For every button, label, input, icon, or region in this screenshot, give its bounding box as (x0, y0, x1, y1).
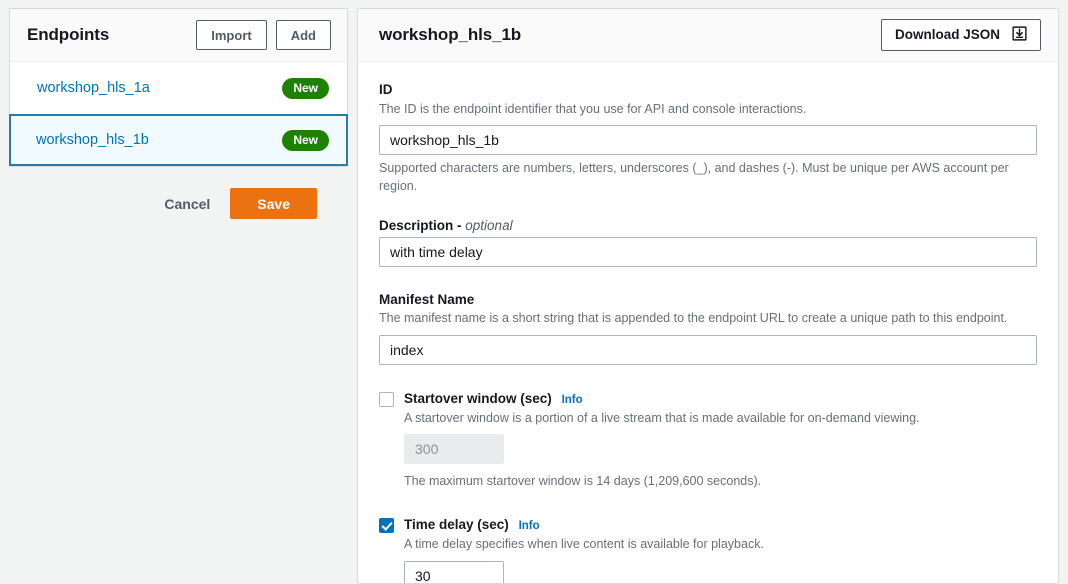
app-root: Endpoints Import Add workshop_hls_1a New… (0, 0, 1068, 584)
detail-body: ID The ID is the endpoint identifier tha… (358, 62, 1058, 583)
time-delay-input[interactable] (404, 560, 504, 583)
time-delay-checkbox-row: Time delay (sec) Info (379, 515, 1037, 535)
endpoint-list: workshop_hls_1a New workshop_hls_1b New (9, 62, 348, 166)
manifest-name-label: Manifest Name (379, 291, 475, 307)
id-input[interactable] (379, 125, 1037, 156)
add-button[interactable]: Add (275, 20, 331, 50)
startover-checkbox-row: Startover window (sec) Info (379, 389, 1037, 409)
id-label: ID (379, 82, 393, 97)
description-optional-tag: optional (465, 218, 513, 234)
field-startover-window: Startover window (sec) Info A startover … (379, 389, 1037, 491)
time-delay-info-link[interactable]: Info (519, 520, 540, 532)
startover-description: A startover window is a portion of a liv… (404, 410, 920, 425)
endpoints-card: Endpoints Import Add workshop_hls_1a New… (9, 8, 348, 167)
description-label: Description - optional (379, 216, 1037, 236)
status-badge: New (282, 129, 329, 151)
field-id: ID The ID is the endpoint identifier tha… (379, 80, 1037, 195)
manifest-name-description: The manifest name is a short string that… (379, 311, 1008, 326)
startover-hint: The maximum startover window is 14 days … (404, 474, 762, 489)
endpoint-detail-panel: workshop_hls_1b Download JSON ID The ID … (357, 0, 1068, 584)
startover-window-checkbox[interactable] (379, 391, 394, 407)
startover-info-link[interactable]: Info (562, 394, 583, 406)
startover-window-label: Startover window (sec) Info (404, 389, 583, 409)
field-description: Description - optional (379, 216, 1037, 267)
description-input[interactable] (379, 236, 1037, 267)
id-description: The ID is the endpoint identifier that y… (379, 101, 807, 116)
field-time-delay: Time delay (sec) Info A time delay speci… (379, 515, 1037, 583)
endpoint-link[interactable]: workshop_hls_1b (36, 132, 282, 148)
startover-details: A startover window is a portion of a liv… (404, 410, 1037, 491)
startover-window-input[interactable] (404, 434, 504, 465)
detail-card: workshop_hls_1b Download JSON ID The ID … (357, 8, 1059, 584)
id-hint: Supported characters are numbers, letter… (379, 161, 1009, 193)
detail-header: workshop_hls_1b Download JSON (358, 9, 1058, 62)
page-title: Endpoints (27, 25, 110, 44)
list-item[interactable]: workshop_hls_1a New (10, 62, 347, 114)
time-delay-description: A time delay specifies when live content… (404, 537, 764, 552)
time-delay-label-text: Time delay (sec) (404, 516, 509, 532)
endpoint-link[interactable]: workshop_hls_1a (37, 80, 282, 96)
time-delay-details: A time delay specifies when live content… (404, 536, 1037, 583)
download-icon (1012, 26, 1027, 44)
time-delay-checkbox[interactable] (379, 517, 394, 533)
download-json-label: Download JSON (894, 27, 1000, 43)
detail-title: workshop_hls_1b (379, 25, 522, 44)
download-json-button[interactable]: Download JSON (880, 19, 1041, 51)
time-delay-label: Time delay (sec) Info (404, 515, 540, 535)
manifest-name-input[interactable] (379, 334, 1037, 365)
description-label-text: Description - (379, 218, 462, 234)
save-button[interactable]: Save (230, 188, 317, 219)
status-badge: New (282, 77, 329, 99)
cancel-button[interactable]: Cancel (162, 190, 212, 218)
field-manifest-name: Manifest Name The manifest name is a sho… (379, 290, 1037, 365)
startover-window-label-text: Startover window (sec) (404, 390, 552, 406)
form-actions: Cancel Save (9, 167, 348, 219)
list-item[interactable]: workshop_hls_1b New (9, 114, 348, 166)
import-button[interactable]: Import (196, 20, 267, 50)
endpoints-header: Endpoints Import Add (10, 9, 347, 62)
endpoints-panel: Endpoints Import Add workshop_hls_1a New… (0, 0, 356, 584)
